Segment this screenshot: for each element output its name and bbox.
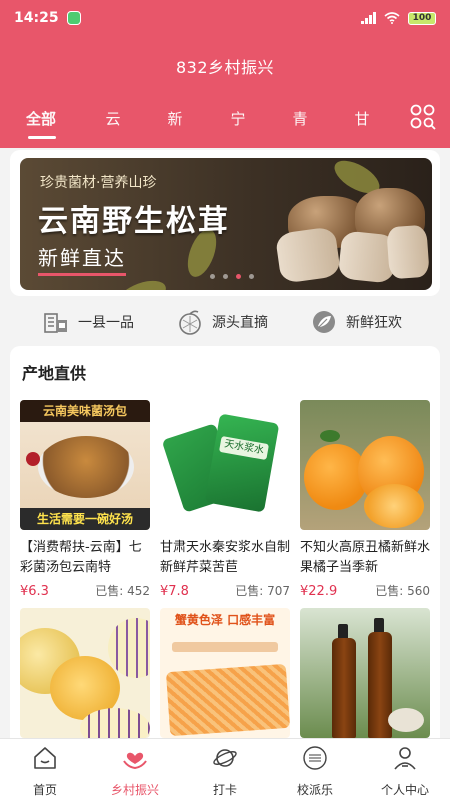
goji-berry-image bbox=[26, 452, 40, 466]
active-tab-indicator bbox=[28, 136, 56, 139]
wifi-icon bbox=[384, 12, 400, 24]
product-image-slogan: 生活需要一碗好汤 bbox=[20, 508, 150, 530]
planet-icon bbox=[213, 749, 237, 767]
promo-banner[interactable]: 珍贵菌材·营养山珍 云南野生松茸 新鲜直达 bbox=[20, 158, 432, 290]
pagination-dot[interactable] bbox=[249, 274, 254, 279]
tabbar-label: 首页 bbox=[32, 783, 57, 797]
page-title: 832乡村振兴 bbox=[175, 58, 275, 77]
tabbar-label: 乡村振兴 bbox=[110, 783, 159, 797]
soup-bowl-image bbox=[38, 436, 134, 498]
tab-xin[interactable]: 新 bbox=[167, 108, 182, 129]
category-grid-icon[interactable] bbox=[410, 104, 436, 130]
tabbar-school[interactable]: 校派乐 bbox=[280, 745, 350, 798]
product-name: 【消费帮扶-云南】七彩菌汤包云南特 bbox=[20, 540, 142, 575]
tab-yun[interactable]: 云 bbox=[105, 108, 120, 129]
user-icon bbox=[394, 747, 416, 770]
product-price: ¥7.8 bbox=[160, 584, 189, 599]
heart-hands-icon bbox=[123, 752, 147, 770]
feature-shortcuts: 一县一品 源头直摘 新鲜狂欢 bbox=[0, 300, 450, 344]
banner-card: 珍贵菌材·营养山珍 云南野生松茸 新鲜直达 bbox=[10, 150, 440, 296]
notification-app-icon bbox=[66, 11, 81, 25]
tabbar-label: 打卡 bbox=[212, 783, 237, 797]
status-indicators: 100 bbox=[361, 11, 436, 25]
mushroom-image bbox=[274, 226, 342, 284]
product-image bbox=[300, 400, 430, 530]
product-card[interactable] bbox=[300, 608, 430, 738]
product-price: ¥22.9 bbox=[300, 584, 338, 599]
pagination-dot[interactable] bbox=[210, 274, 215, 279]
product-image: 云南美味菌汤包 生活需要一碗好汤 bbox=[20, 400, 150, 530]
fresh-leaf-icon bbox=[313, 311, 335, 333]
home-icon bbox=[34, 747, 56, 769]
product-image: 天水浆水 bbox=[160, 400, 290, 530]
tab-ning[interactable]: 宁 bbox=[230, 108, 245, 129]
feature-source-picking[interactable]: 源头直摘 bbox=[176, 308, 268, 336]
product-card[interactable]: 云南美味菌汤包 生活需要一碗好汤 【消费帮扶-云南】七彩菌汤包云南特 ¥6.3 … bbox=[20, 400, 150, 599]
leaf-decoration bbox=[114, 275, 170, 290]
product-meta: ¥6.3 已售: 452 bbox=[20, 582, 150, 599]
product-image bbox=[300, 608, 430, 738]
product-image: 蟹黄色泽 口感丰富 bbox=[160, 608, 290, 738]
product-sold-count: 已售: 452 bbox=[95, 584, 150, 598]
tabbar-home[interactable]: 首页 bbox=[10, 745, 80, 798]
feature-label: 新鲜狂欢 bbox=[346, 315, 402, 331]
status-time: 14:25 bbox=[14, 10, 59, 26]
tab-gan[interactable]: 甘 bbox=[354, 108, 369, 129]
product-card[interactable]: 不知火高原丑橘新鲜水果橘子当季新 ¥22.9 已售: 560 bbox=[300, 400, 430, 599]
tabbar-rural-revitalization[interactable]: 乡村振兴 bbox=[100, 745, 170, 798]
product-image-banner: 蟹黄色泽 口感丰富 bbox=[174, 613, 276, 627]
melon-fruit-image bbox=[80, 708, 150, 738]
banner-pagination bbox=[210, 274, 254, 279]
product-name: 甘肃天水秦安浆水自制新鲜芹菜苦苣 bbox=[160, 540, 290, 575]
melon-fruit-image bbox=[108, 618, 150, 678]
signal-icon bbox=[361, 12, 376, 24]
product-card[interactable]: 蟹黄色泽 口感丰富 bbox=[160, 608, 290, 738]
feature-label: 一县一品 bbox=[78, 315, 134, 331]
battery-icon: 100 bbox=[408, 11, 436, 25]
school-badge-icon bbox=[303, 746, 327, 770]
tab-all[interactable]: 全部 bbox=[26, 108, 56, 129]
feature-label: 源头直摘 bbox=[212, 315, 268, 331]
pagination-dot-active[interactable] bbox=[236, 274, 241, 279]
tabbar-label: 校派乐 bbox=[296, 783, 333, 797]
status-bar: 14:25 100 bbox=[0, 0, 450, 36]
fruit-icon bbox=[179, 310, 201, 335]
region-tabs: 全部 云 新 宁 青 甘 bbox=[0, 104, 450, 144]
section-title: 产地直供 bbox=[22, 364, 87, 383]
origin-direct-section: 产地直供 云南美味菌汤包 生活需要一碗好汤 【消费帮扶-云南】七彩菌汤包云南特 … bbox=[10, 346, 440, 746]
tabbar-checkin[interactable]: 打卡 bbox=[190, 745, 260, 798]
product-card[interactable]: 天水浆水 甘肃天水秦安浆水自制新鲜芹菜苦苣 ¥7.8 已售: 707 bbox=[160, 400, 290, 599]
mushroom-image bbox=[386, 224, 430, 280]
tabbar-profile[interactable]: 个人中心 bbox=[370, 745, 440, 798]
tab-qing[interactable]: 青 bbox=[292, 108, 307, 129]
feature-one-county-one-product[interactable]: 一县一品 bbox=[42, 308, 134, 336]
product-sold-count: 已售: 560 bbox=[375, 584, 430, 598]
crispy-rice-image bbox=[165, 663, 290, 737]
product-name: 不知火高原丑橘新鲜水果橘子当季新 bbox=[300, 540, 430, 575]
county-building-icon bbox=[44, 313, 67, 333]
product-price: ¥6.3 bbox=[20, 584, 49, 599]
sesame-bowl-image bbox=[388, 708, 424, 732]
feature-fresh-carnival[interactable]: 新鲜狂欢 bbox=[310, 308, 402, 336]
product-image-banner: 云南美味菌汤包 bbox=[20, 400, 150, 422]
tabbar-label: 个人中心 bbox=[380, 783, 429, 797]
banner-title: 云南野生松茸 bbox=[38, 204, 230, 239]
product-image-subtitle bbox=[172, 642, 278, 652]
product-meta: ¥22.9 已售: 560 bbox=[300, 582, 430, 599]
product-meta: ¥7.8 已售: 707 bbox=[160, 582, 290, 599]
pagination-dot[interactable] bbox=[223, 274, 228, 279]
orange-slice-image bbox=[364, 484, 424, 528]
app-header: 832乡村振兴 全部 云 新 宁 青 甘 bbox=[0, 36, 450, 148]
product-card[interactable] bbox=[20, 608, 150, 738]
oil-bottle-image bbox=[332, 638, 356, 738]
banner-tag: 新鲜直达 bbox=[38, 242, 126, 276]
product-sold-count: 已售: 707 bbox=[235, 584, 290, 598]
leaf-decoration bbox=[320, 430, 340, 442]
product-image bbox=[20, 608, 150, 738]
bottom-tabbar: 首页 乡村振兴 打卡 校派乐 个人中心 bbox=[0, 738, 450, 800]
banner-subtitle: 珍贵菌材·营养山珍 bbox=[40, 175, 157, 191]
